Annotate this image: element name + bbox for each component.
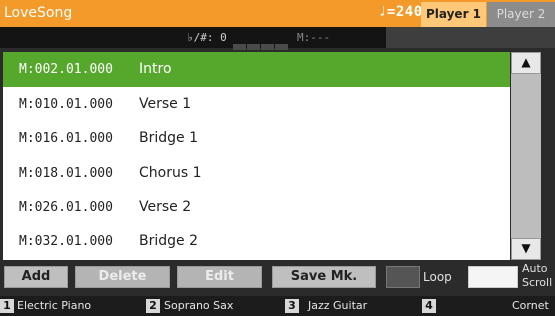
marker-position: M:002.01.000 bbox=[19, 62, 113, 77]
tempo-display: ♩=240 bbox=[378, 4, 423, 20]
instrument-number: 1 bbox=[0, 299, 14, 313]
marker-position: M:010.01.000 bbox=[19, 97, 113, 112]
measure-readout: M:--- bbox=[297, 31, 331, 44]
marker-position: M:026.01.000 bbox=[19, 200, 113, 215]
loop-checkbox[interactable] bbox=[386, 266, 420, 288]
marker-row-bridge-2[interactable]: M:032.01.000 Bridge 2 bbox=[3, 224, 510, 259]
instrument-name[interactable]: Jazz Guitar bbox=[308, 299, 367, 312]
instrument-number: 2 bbox=[146, 299, 160, 313]
add-button[interactable]: Add bbox=[4, 266, 68, 288]
marker-name: Verse 1 bbox=[139, 96, 192, 112]
list-scrollbar[interactable]: ▲ ▼ bbox=[511, 52, 541, 260]
marker-row-verse-1[interactable]: M:010.01.000 Verse 1 bbox=[3, 87, 510, 122]
song-title: LoveSong bbox=[4, 5, 73, 21]
scroll-up-button[interactable]: ▲ bbox=[511, 52, 541, 74]
auto-scroll-label-line-1: Auto bbox=[522, 262, 548, 275]
instrument-name[interactable]: Electric Piano bbox=[17, 299, 91, 312]
marker-name: Intro bbox=[139, 61, 172, 77]
marker-position: M:032.01.000 bbox=[19, 234, 113, 249]
marker-row-chorus-1[interactable]: M:018.01.000 Chorus 1 bbox=[3, 156, 510, 191]
marker-position: M:016.01.000 bbox=[19, 131, 113, 146]
beat-indicator bbox=[233, 35, 293, 50]
auto-scroll-checkbox[interactable] bbox=[468, 266, 518, 288]
loop-label: Loop bbox=[423, 270, 452, 284]
info-right-block bbox=[386, 27, 555, 48]
tab-player-1[interactable]: Player 1 bbox=[421, 2, 486, 27]
instrument-number: 3 bbox=[285, 299, 299, 313]
marker-name: Bridge 1 bbox=[139, 130, 198, 146]
marker-name: Bridge 2 bbox=[139, 233, 198, 249]
marker-row-verse-2[interactable]: M:026.01.000 Verse 2 bbox=[3, 190, 510, 225]
marker-name: Verse 2 bbox=[139, 199, 192, 215]
save-mark-button[interactable]: Save Mk. bbox=[272, 266, 376, 288]
instrument-name[interactable]: Soprano Sax bbox=[164, 299, 233, 312]
info-bar: ♭/#: 0 M:--- bbox=[0, 27, 555, 50]
delete-button[interactable]: Delete bbox=[75, 266, 170, 288]
tab-player-2[interactable]: Player 2 bbox=[487, 2, 555, 27]
marker-position: M:018.01.000 bbox=[19, 166, 113, 181]
instrument-number: 4 bbox=[422, 299, 436, 313]
edit-button[interactable]: Edit bbox=[177, 266, 262, 288]
instrument-bar: 1 Electric Piano 2 Soprano Sax 3 Jazz Gu… bbox=[0, 296, 555, 316]
marker-name: Chorus 1 bbox=[139, 165, 202, 181]
marker-row-intro[interactable]: M:002.01.000 Intro bbox=[3, 52, 510, 87]
marker-list: M:002.01.000 Intro M:010.01.000 Verse 1 … bbox=[3, 52, 510, 260]
arrow-down-icon: ▼ bbox=[521, 241, 531, 255]
accidentals-readout: ♭/#: 0 bbox=[187, 31, 227, 44]
instrument-name[interactable]: Cornet bbox=[512, 299, 549, 312]
marker-row-bridge-1[interactable]: M:016.01.000 Bridge 1 bbox=[3, 121, 510, 156]
auto-scroll-label-line-2: Scroll bbox=[522, 276, 553, 289]
scroll-down-button[interactable]: ▼ bbox=[511, 238, 541, 260]
arrow-up-icon: ▲ bbox=[521, 55, 531, 69]
